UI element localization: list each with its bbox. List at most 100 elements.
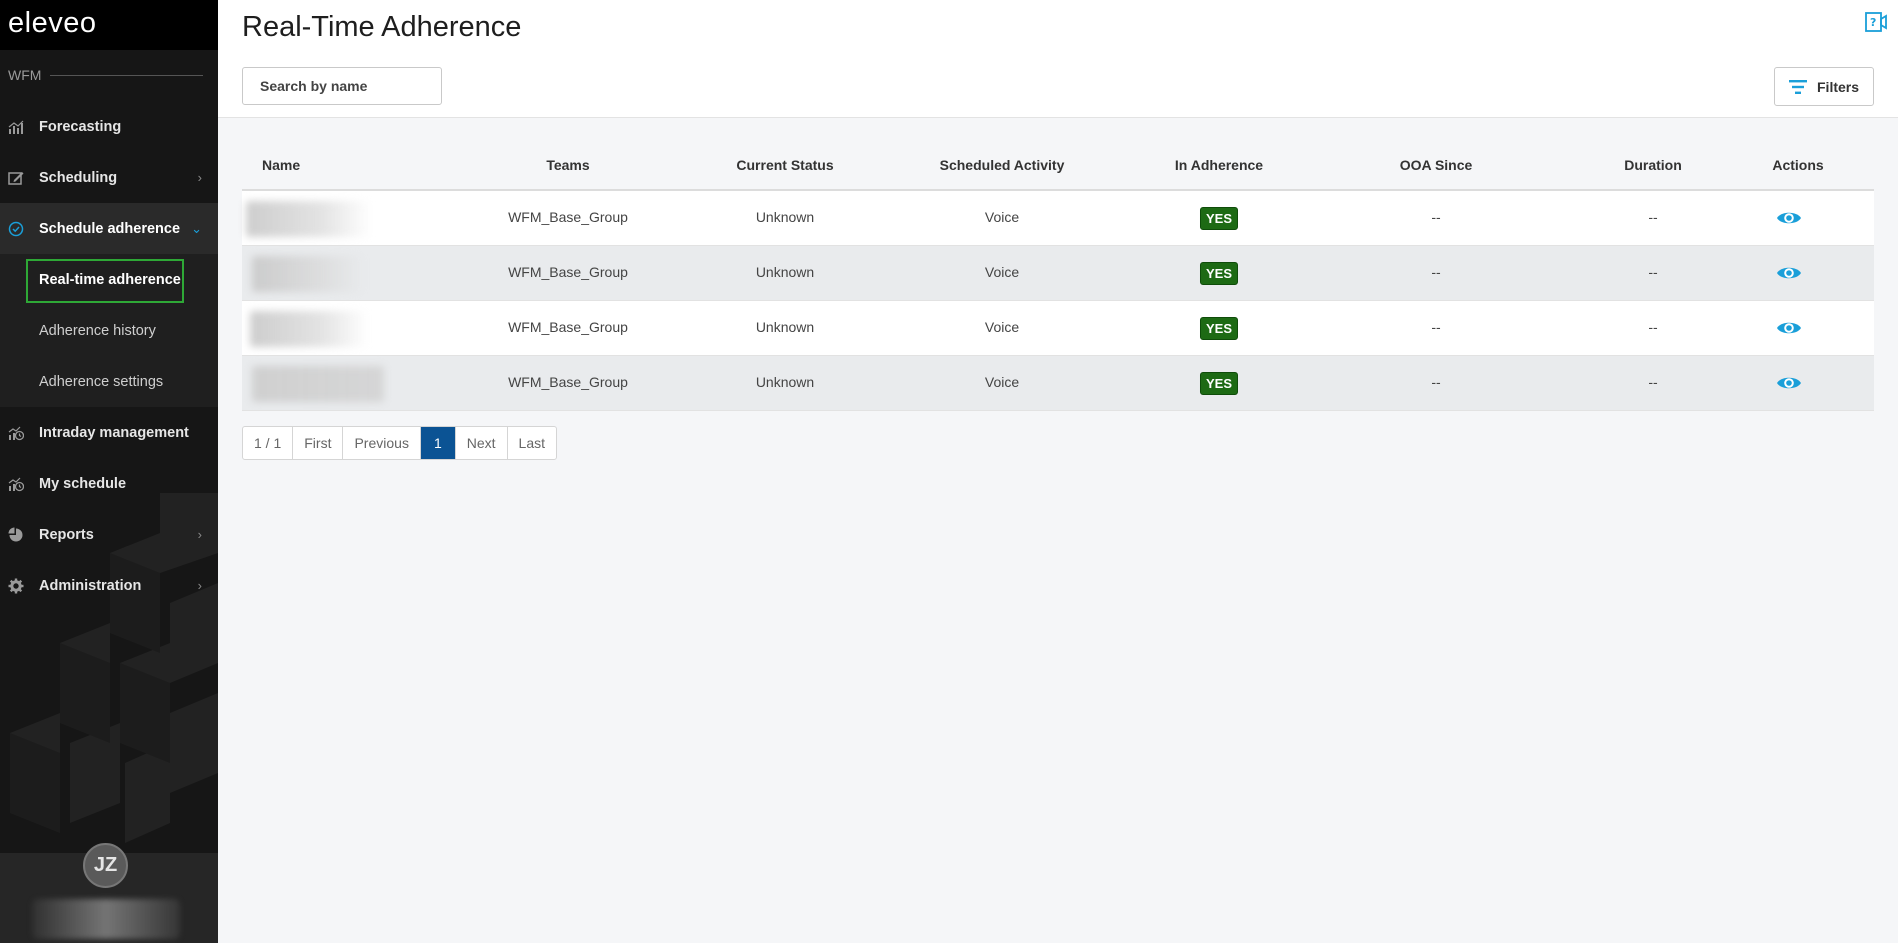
cell-ooa-since: --: [1431, 264, 1441, 280]
adherence-badge: YES: [1199, 317, 1239, 340]
section-divider: [50, 75, 203, 76]
column-header-teams[interactable]: Teams: [546, 157, 589, 173]
cell-team: WFM_Base_Group: [508, 374, 628, 390]
cell-duration: --: [1648, 209, 1658, 225]
avatar[interactable]: JZ: [83, 843, 128, 888]
page-info: 1 / 1: [243, 427, 294, 459]
page-header: Real-Time Adherence ? Filters: [218, 0, 1898, 118]
adherence-badge: YES: [1199, 372, 1239, 395]
sidebar: eleveo WFM Forecasting Scheduling › Sche…: [0, 0, 218, 943]
column-header-duration[interactable]: Duration: [1624, 157, 1682, 173]
forecasting-icon: [8, 119, 24, 135]
cell-status: Unknown: [755, 374, 815, 390]
gear-icon: [8, 578, 24, 594]
filters-button[interactable]: Filters: [1774, 67, 1874, 106]
filters-label: Filters: [1817, 79, 1860, 95]
chevron-right-icon: ›: [197, 578, 202, 593]
current-page-button[interactable]: 1: [420, 427, 456, 459]
cell-ooa-since: --: [1431, 319, 1441, 335]
app-logo[interactable]: eleveo: [8, 7, 96, 40]
previous-page-button[interactable]: Previous: [343, 427, 421, 459]
cell-activity: Voice: [984, 374, 1020, 390]
intraday-icon: [8, 425, 24, 441]
agent-name-redacted: [252, 366, 384, 402]
sidebar-item-label: Administration: [39, 577, 142, 594]
sidebar-item-reports[interactable]: Reports ›: [0, 509, 218, 560]
table-row[interactable]: WFM_Base_Group Unknown Voice YES -- --: [242, 301, 1874, 356]
first-page-button[interactable]: First: [293, 427, 344, 459]
section-label: WFM: [8, 67, 42, 83]
sidebar-item-forecasting[interactable]: Forecasting: [0, 101, 218, 152]
cell-duration: --: [1648, 319, 1658, 335]
view-eye-icon[interactable]: [1776, 373, 1802, 393]
chevron-right-icon: ›: [197, 527, 202, 542]
sidebar-subitem-adherence-settings[interactable]: Adherence settings: [0, 356, 218, 407]
column-header-ooa-since[interactable]: OOA Since: [1400, 157, 1473, 173]
last-page-button[interactable]: Last: [508, 427, 556, 459]
sidebar-item-label: Reports: [39, 526, 94, 543]
sidebar-item-scheduling[interactable]: Scheduling ›: [0, 152, 218, 203]
sidebar-item-my-schedule[interactable]: My schedule: [0, 458, 218, 509]
column-header-scheduled-activity[interactable]: Scheduled Activity: [940, 157, 1065, 173]
sidebar-subitem-label: Adherence settings: [39, 373, 164, 390]
help-video-icon[interactable]: ?: [1864, 10, 1888, 34]
cell-status: Unknown: [755, 319, 815, 335]
sidebar-subitem-label: Adherence history: [39, 322, 156, 339]
sidebar-subitem-real-time-adherence[interactable]: Real-time adherence: [0, 254, 218, 305]
column-header-current-status[interactable]: Current Status: [736, 157, 833, 173]
table-header: Name Teams Current Status Scheduled Acti…: [242, 142, 1874, 191]
column-header-in-adherence[interactable]: In Adherence: [1175, 157, 1263, 173]
sidebar-item-label: Schedule adherence: [39, 220, 181, 237]
sidebar-subitem-label: Real-time adherence: [39, 271, 181, 288]
cell-team: WFM_Base_Group: [508, 264, 628, 280]
cell-status: Unknown: [755, 264, 815, 280]
pagination: 1 / 1 First Previous 1 Next Last: [242, 426, 557, 460]
logo-bar: eleveo: [0, 0, 218, 50]
sidebar-item-label: Scheduling: [39, 169, 118, 186]
cell-ooa-since: --: [1431, 209, 1441, 225]
adherence-badge: YES: [1199, 262, 1239, 285]
agent-name-redacted: [250, 311, 368, 347]
next-page-button[interactable]: Next: [456, 427, 508, 459]
page-title: Real-Time Adherence: [242, 11, 522, 43]
sidebar-subitem-adherence-history[interactable]: Adherence history: [0, 305, 218, 356]
view-eye-icon[interactable]: [1776, 208, 1802, 228]
adherence-icon: [8, 221, 24, 237]
filter-icon: [1789, 80, 1807, 94]
cell-team: WFM_Base_Group: [508, 319, 628, 335]
chevron-right-icon: ›: [197, 170, 202, 185]
cell-duration: --: [1648, 264, 1658, 280]
sidebar-item-schedule-adherence[interactable]: Schedule adherence ⌄: [0, 203, 218, 254]
user-name-redacted: [32, 899, 180, 939]
cell-activity: Voice: [984, 319, 1020, 335]
table-row[interactable]: WFM_Base_Group Unknown Voice YES -- --: [242, 356, 1874, 411]
sidebar-item-label: My schedule: [39, 475, 127, 492]
agent-name-redacted: [252, 256, 364, 292]
search-input[interactable]: [242, 67, 442, 105]
column-header-name[interactable]: Name: [262, 157, 300, 173]
main-content: Real-Time Adherence ? Filters Name Teams…: [218, 0, 1898, 943]
sidebar-item-label: Forecasting: [39, 118, 122, 135]
table-row[interactable]: WFM_Base_Group Unknown Voice YES -- --: [242, 246, 1874, 301]
cell-status: Unknown: [755, 209, 815, 225]
user-profile: JZ: [0, 843, 218, 943]
table-row[interactable]: WFM_Base_Group Unknown Voice YES -- --: [242, 191, 1874, 246]
scheduling-icon: [8, 170, 24, 186]
sidebar-item-intraday-management[interactable]: Intraday management: [0, 407, 218, 458]
chevron-down-icon: ⌄: [191, 220, 202, 236]
adherence-table: Name Teams Current Status Scheduled Acti…: [242, 142, 1874, 411]
view-eye-icon[interactable]: [1776, 318, 1802, 338]
sidebar-item-label: Intraday management: [39, 424, 189, 441]
agent-name-redacted: [246, 201, 371, 237]
cell-activity: Voice: [984, 264, 1020, 280]
my-schedule-icon: [8, 476, 24, 492]
sidebar-item-administration[interactable]: Administration ›: [0, 560, 218, 611]
reports-icon: [8, 527, 24, 543]
cell-duration: --: [1648, 374, 1658, 390]
cell-team: WFM_Base_Group: [508, 209, 628, 225]
view-eye-icon[interactable]: [1776, 263, 1802, 283]
adherence-badge: YES: [1199, 207, 1239, 230]
column-header-actions: Actions: [1772, 157, 1824, 173]
cell-activity: Voice: [984, 209, 1020, 225]
svg-text:?: ?: [1870, 16, 1876, 29]
